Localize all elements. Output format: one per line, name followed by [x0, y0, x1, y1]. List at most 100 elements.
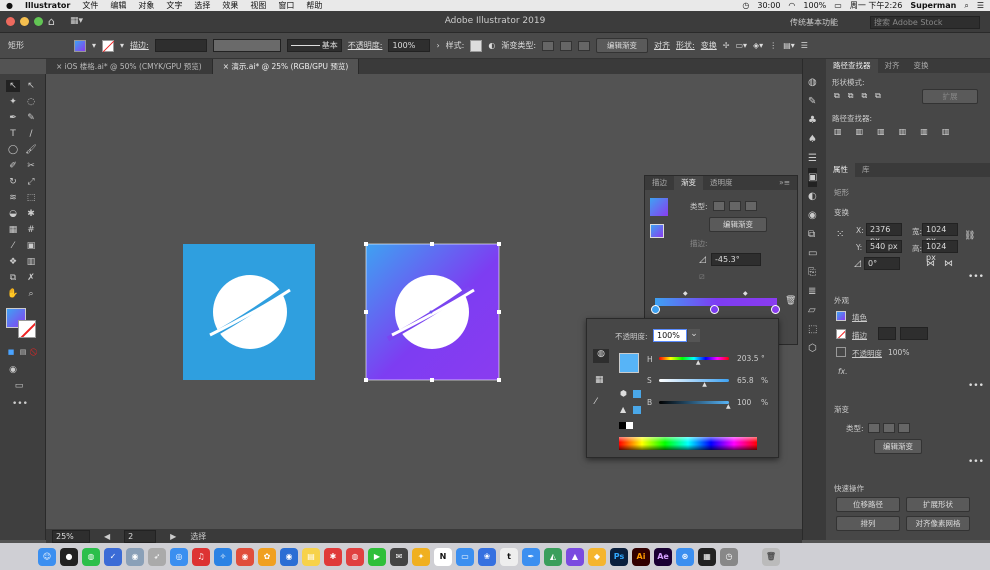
after-effects-icon[interactable]: Ae	[654, 547, 672, 566]
hand-tool-icon[interactable]: ✋	[6, 288, 20, 300]
perspective-grid-tool-icon[interactable]: ▦	[6, 224, 20, 236]
scissors-tool-icon[interactable]: ✂	[24, 160, 38, 172]
rotate-input[interactable]: 0°	[864, 257, 900, 270]
rotate-tool-icon[interactable]: ↻	[6, 176, 20, 188]
fill-appearance-swatch[interactable]	[836, 311, 846, 321]
offset-path-button[interactable]: 位移路径	[836, 497, 900, 512]
tab-properties[interactable]: 属性	[826, 163, 855, 177]
minus-front-icon[interactable]: ⧉	[848, 91, 854, 101]
chrome-icon[interactable]: ◎	[170, 547, 188, 566]
divide-icon[interactable]: ▥	[834, 127, 842, 136]
stroke-style-select[interactable]: 基本	[286, 39, 342, 52]
butterfly-icon[interactable]: ✦	[412, 547, 430, 566]
menu-icon[interactable]: ☰	[801, 41, 808, 50]
eyedropper-tool-icon[interactable]: ⁄	[6, 240, 20, 252]
menu-select[interactable]: 选择	[194, 0, 210, 11]
search-icon[interactable]: ⌕	[964, 1, 968, 11]
panel-toggle-icon[interactable]: ▤▾	[783, 41, 795, 50]
arrange-button[interactable]: 排列	[836, 516, 900, 531]
tab-libraries[interactable]: 库	[855, 163, 877, 177]
shape-link[interactable]: 形状:	[676, 40, 695, 51]
preview-icon[interactable]: ◍	[346, 547, 364, 566]
slice-tool-icon[interactable]: ✗	[24, 272, 38, 284]
keynote-icon[interactable]: ▭	[456, 547, 474, 566]
exclude-icon[interactable]: ⧉	[875, 91, 881, 101]
warp-tool-icon[interactable]: ≋	[6, 192, 20, 204]
gradient-tool-icon[interactable]: ▣	[24, 240, 38, 252]
artboard-next-icon[interactable]: ▶	[170, 532, 176, 541]
magic-wand-tool-icon[interactable]: ✦	[6, 96, 20, 108]
opacity-appearance-value[interactable]: 100%	[888, 348, 909, 357]
radial-gradient-button[interactable]	[560, 40, 573, 51]
tab-pathfinder[interactable]: 路径查找器	[826, 59, 878, 73]
puppet-warp-tool-icon[interactable]: ✱	[24, 208, 38, 220]
w-input[interactable]: 1024 px	[922, 223, 958, 245]
brightness-value[interactable]: 100	[737, 398, 751, 407]
direct-selection-tool-icon[interactable]: ↖	[24, 80, 38, 92]
line-tool-icon[interactable]: /	[24, 128, 38, 140]
more-icon[interactable]: ⋮	[769, 41, 777, 50]
baidu-icon[interactable]: ❀	[478, 547, 496, 566]
rocket-icon[interactable]: ➶	[148, 547, 166, 566]
finder-icon[interactable]: ☺	[38, 547, 56, 566]
tab-align[interactable]: 对齐	[878, 59, 907, 73]
menu-effect[interactable]: 效果	[222, 0, 238, 11]
edit-gradient-prop-button[interactable]: 编辑渐变	[874, 439, 922, 454]
fill-dropdown-icon[interactable]: ▾	[92, 41, 96, 50]
timer-icon[interactable]: ◷	[742, 1, 749, 10]
mail-icon[interactable]: ✉	[390, 547, 408, 566]
swatches-mode-icon[interactable]: ◍	[593, 349, 609, 363]
workspace-switcher[interactable]: 传统基本功能	[790, 17, 838, 28]
affinity-icon[interactable]: ▲	[566, 547, 584, 566]
sketch-icon[interactable]: ◆	[588, 547, 606, 566]
google-chrome-icon[interactable]: ◉	[236, 547, 254, 566]
brightness-slider-thumb[interactable]: ▲	[726, 403, 731, 410]
gradient-preview-swatch[interactable]	[650, 198, 668, 216]
transform-icon[interactable]: ✢	[723, 41, 730, 50]
reference-point-icon[interactable]: ⁙	[836, 229, 844, 240]
launchpad-icon[interactable]: ◉	[126, 547, 144, 566]
white-swatch[interactable]	[626, 422, 633, 429]
opacity-arrow-icon[interactable]: ›	[436, 41, 439, 50]
maps-icon[interactable]: ◭	[544, 547, 562, 566]
gradient-stop-right[interactable]	[771, 305, 780, 314]
stroke-color-swatch[interactable]	[18, 320, 36, 338]
fx-label[interactable]: fx.	[838, 367, 847, 376]
wifi-icon[interactable]: ◠	[788, 1, 795, 10]
saturation-slider-thumb[interactable]: ▲	[702, 381, 707, 388]
variable-width-profile[interactable]	[212, 39, 281, 52]
wechat-icon[interactable]: ◍	[82, 547, 100, 566]
stroke-appearance-swatch[interactable]	[836, 329, 846, 339]
color-spectrum-bar[interactable]	[619, 437, 757, 450]
tab-transform[interactable]: 变换	[907, 59, 936, 73]
menu-window[interactable]: 窗口	[278, 0, 294, 11]
shape-builder-tool-icon[interactable]: ◒	[6, 208, 20, 220]
freeform-gradient-prop-button[interactable]	[898, 423, 910, 433]
fill-appearance-label[interactable]: 填色	[852, 312, 867, 323]
notion-icon[interactable]: N	[434, 547, 452, 566]
unite-icon[interactable]: ⧉	[834, 91, 840, 101]
screenshot-icon[interactable]: ◷	[720, 547, 738, 566]
menu-edit[interactable]: 编辑	[110, 0, 126, 11]
merge-icon[interactable]: ▥	[877, 127, 885, 136]
typora-icon[interactable]: t	[500, 547, 518, 566]
arrange-icon[interactable]: ◈▾	[753, 41, 763, 50]
stroke-weight-input[interactable]	[154, 39, 207, 52]
symbol-sprayer-tool-icon[interactable]: ❖	[6, 256, 20, 268]
stroke-weight-select[interactable]	[900, 327, 928, 340]
curvature-tool-icon[interactable]: ✎	[24, 112, 38, 124]
artboard-prev-icon[interactable]: ◀	[104, 532, 110, 541]
flip-vertical-icon[interactable]: ⋈	[944, 259, 953, 269]
h-input[interactable]: 1024 px	[922, 240, 958, 262]
free-transform-tool-icon[interactable]: ⬚	[24, 192, 38, 204]
transform-link[interactable]: 变换	[701, 40, 717, 51]
edit-gradient-panel-button[interactable]: 编辑渐变	[709, 217, 767, 232]
artboard-tool-icon[interactable]: ⧉	[6, 272, 20, 284]
stock-search-input[interactable]: 搜索 Adobe Stock	[870, 16, 980, 29]
gradient-panel-icon[interactable]: ▣	[808, 168, 818, 187]
web-safe-swatch[interactable]	[633, 406, 641, 414]
iqiyi-icon[interactable]: ▶	[368, 547, 386, 566]
brightness-slider[interactable]	[659, 401, 729, 404]
tab-gradient[interactable]: 渐变	[674, 176, 703, 190]
hue-slider-thumb[interactable]: ▲	[696, 359, 701, 366]
